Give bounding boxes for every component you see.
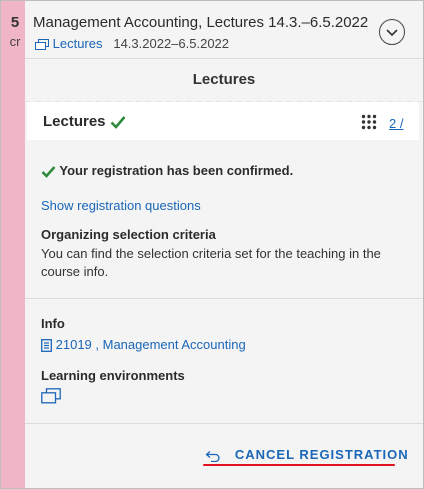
group-header: Lectures 2 / [27, 102, 419, 140]
divider [25, 423, 423, 424]
course-header: Management Accounting, Lectures 14.3.–6.… [25, 1, 423, 59]
cancel-registration-button[interactable]: CANCEL REGISTRATION [205, 447, 409, 462]
divider [25, 298, 423, 299]
document-icon [41, 339, 52, 353]
windows-icon [35, 38, 49, 51]
chevron-down-icon [380, 20, 404, 44]
confirmation-row: Your registration has been confirmed. [41, 163, 293, 178]
confirmation-text: Your registration has been confirmed. [59, 163, 294, 178]
course-dates: 14.3.2022–6.5.2022 [113, 36, 230, 51]
info-title: Info [41, 316, 65, 331]
section-heading: Lectures [25, 59, 423, 103]
course-info-link[interactable]: 21019 , Management Accounting [56, 337, 246, 352]
show-registration-questions-link[interactable]: Show registration questions [41, 198, 201, 213]
learning-environment-link[interactable] [41, 388, 61, 404]
learning-environments-title: Learning environments [41, 368, 185, 383]
course-type-link[interactable]: Lectures [53, 36, 103, 51]
group-panel: Lectures 2 / Your registration has been … [25, 102, 423, 488]
windows-icon [41, 388, 61, 404]
cancel-registration-label: CANCEL REGISTRATION [234, 447, 409, 462]
group-count-link[interactable]: 2 / [389, 116, 403, 131]
group-title: Lectures [43, 113, 106, 130]
credits-band: 5 cr [1, 1, 25, 488]
dots-grid-icon [361, 114, 377, 130]
course-subrow: Lectures 14.3.2022–6.5.2022 [35, 36, 229, 51]
course-card: 5 cr Management Accounting, Lectures 14.… [0, 0, 424, 489]
highlight-underline [203, 464, 395, 466]
criteria-text: You can find the selection criteria set … [41, 246, 381, 279]
group-title-row: Lectures [43, 113, 126, 130]
undo-arrow-icon [205, 450, 221, 462]
criteria-title: Organizing selection criteria [41, 227, 216, 242]
check-icon [41, 165, 56, 178]
check-icon [110, 115, 126, 129]
info-row: 21019 , Management Accounting [41, 337, 246, 353]
credits-value: 5 [10, 14, 20, 31]
collapse-button[interactable] [379, 19, 405, 45]
course-title: Management Accounting, Lectures 14.3.–6.… [33, 14, 369, 31]
credits-unit: cr [9, 34, 21, 49]
